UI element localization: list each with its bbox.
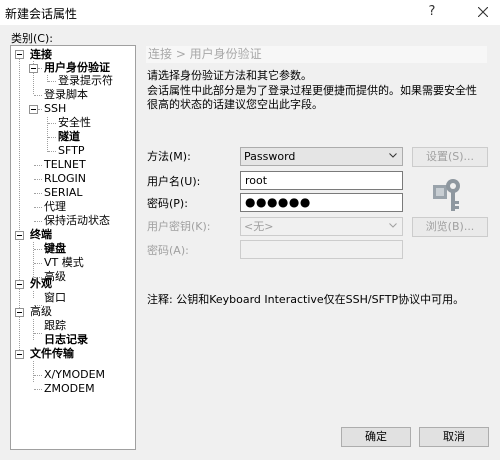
tree-item-xymodem[interactable]: X/YMODEM (43, 368, 106, 382)
method-value: Password (244, 150, 296, 163)
tree-item-user-auth[interactable]: 用户身份验证 (43, 61, 111, 75)
collapse-icon[interactable] (15, 308, 24, 317)
description-line-3: 很高的状态的话建议您空出此字段。 (147, 98, 323, 111)
tree-item-appearance[interactable]: 外观 (29, 277, 53, 291)
tree-item-sftp[interactable]: SFTP (57, 144, 85, 158)
help-icon[interactable]: ? (423, 3, 441, 21)
collapse-icon[interactable] (15, 231, 24, 240)
note-text: 注释: 公钥和Keyboard Interactive仅在SSH/SFTP协议中… (147, 293, 465, 306)
method-select[interactable]: Password (240, 147, 403, 166)
tree-item-tunnel[interactable]: 隧道 (57, 130, 81, 144)
password-input[interactable]: ●●●●●● (240, 193, 403, 212)
close-icon[interactable] (474, 3, 492, 21)
browse-button[interactable]: 浏览(B)... (412, 217, 488, 237)
user-key-value: <无> (244, 220, 274, 233)
cancel-button[interactable]: 取消 (419, 427, 489, 447)
tree-item-logging[interactable]: 日志记录 (43, 333, 89, 347)
key-icon (433, 179, 460, 211)
breadcrumb: 连接 > 用户身份验证 (146, 46, 487, 63)
title-bar: 新建会话属性 ? (0, 0, 500, 25)
settings-button[interactable]: 设置(S)... (412, 147, 488, 167)
tree-item-file-transfer[interactable]: 文件传输 (29, 347, 75, 361)
tree-item-serial[interactable]: SERIAL (43, 186, 83, 200)
tree-item-vt-mode[interactable]: VT 模式 (43, 256, 85, 270)
method-label: 方法(M): (147, 150, 191, 163)
passphrase-input[interactable] (240, 240, 403, 259)
tree-item-terminal[interactable]: 终端 (29, 228, 53, 242)
tree-item-keyboard[interactable]: 键盘 (43, 242, 67, 256)
collapse-icon[interactable] (29, 105, 38, 114)
username-input[interactable]: root (240, 171, 403, 190)
tree-item-window[interactable]: 窗口 (43, 291, 67, 305)
tree-item-advanced[interactable]: 高级 (29, 305, 53, 319)
tree-item-security[interactable]: 安全性 (57, 116, 92, 130)
tree-item-ssh[interactable]: SSH (43, 102, 67, 116)
collapse-icon[interactable] (29, 64, 38, 73)
passphrase-label: 密码(A): (147, 244, 189, 257)
collapse-icon[interactable] (15, 50, 24, 59)
ok-button[interactable]: 确定 (341, 427, 411, 447)
password-label: 密码(P): (147, 197, 188, 210)
tree-item-zmodem[interactable]: ZMODEM (43, 382, 96, 396)
category-label: 类别(C): (11, 32, 53, 45)
description-line-2: 会话属性中此部分是为了登录过程更便捷而提供的。如果需要安全性 (147, 84, 477, 97)
window-title: 新建会话属性 (5, 7, 78, 21)
chevron-down-icon (389, 153, 397, 158)
tree-item-keepalive[interactable]: 保持活动状态 (43, 214, 111, 228)
user-key-label: 用户密钥(K): (147, 220, 211, 233)
tree-item-trace[interactable]: 跟踪 (43, 319, 67, 333)
chevron-down-icon (389, 223, 397, 228)
tree-item-connection[interactable]: 连接 (29, 48, 53, 62)
collapse-icon[interactable] (15, 280, 24, 289)
user-key-select[interactable]: <无> (240, 217, 403, 236)
tree-item-login-script[interactable]: 登录脚本 (43, 88, 89, 102)
tree-item-telnet[interactable]: TELNET (43, 158, 87, 172)
tree-item-login-prompt[interactable]: 登录提示符 (57, 74, 114, 88)
tree-item-rlogin[interactable]: RLOGIN (43, 172, 87, 186)
category-tree[interactable]: 连接 用户身份验证 登录提示符 登录脚本 SSH 安全性 隧道 SFTP TEL… (10, 45, 136, 450)
tree-item-proxy[interactable]: 代理 (43, 200, 67, 214)
username-label: 用户名(U): (147, 175, 201, 188)
description-line-1: 请选择身份验证方法和其它参数。 (147, 69, 312, 82)
collapse-icon[interactable] (15, 350, 24, 359)
